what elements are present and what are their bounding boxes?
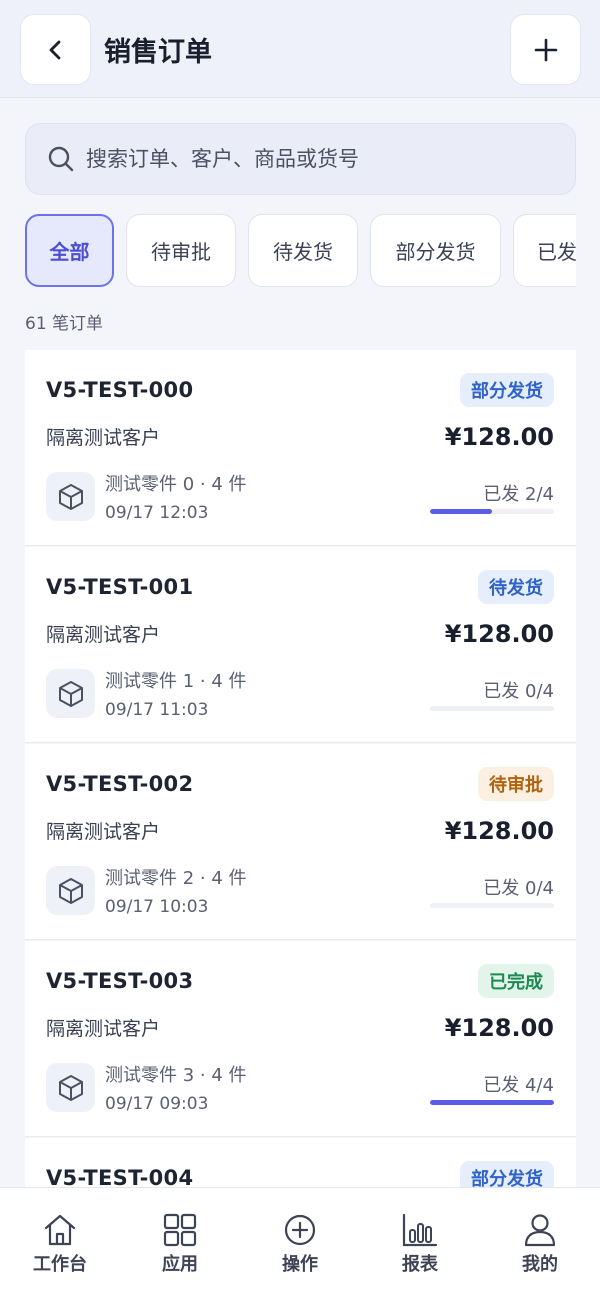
customer-name: 隔离测试客户 [46,624,161,646]
status-badge: 已完成 [478,964,554,998]
order-time: 09/17 12:03 [105,503,209,523]
order-amount: ¥128.00 [444,1014,554,1042]
order-card[interactable]: V5-TEST-004 部分发货 [25,1138,576,1188]
order-card[interactable]: V5-TEST-000 部分发货 隔离测试客户 ¥128.00 测试零件 0 ·… [25,350,576,546]
order-id: V5-TEST-004 [46,1166,194,1188]
back-button[interactable] [20,14,91,85]
customer-name: 隔离测试客户 [46,427,161,449]
tab-label: 操作 [282,1254,318,1275]
product-summary: 测试零件 2 · 4 件 [105,868,247,889]
package-icon [46,472,95,521]
bar-chart-icon [400,1210,440,1250]
product-summary: 测试零件 1 · 4 件 [105,671,247,692]
filter-chip-pending-approval[interactable]: 待审批 [126,214,236,287]
tab-reports[interactable]: 报表 [360,1188,480,1289]
tab-label: 工作台 [33,1254,87,1275]
product-summary: 测试零件 0 · 4 件 [105,474,247,495]
order-time: 09/17 11:03 [105,700,209,720]
shipped-count: 已发 2/4 [483,484,554,505]
order-card[interactable]: V5-TEST-003 已完成 隔离测试客户 ¥128.00 测试零件 3 · … [25,941,576,1137]
home-icon [40,1210,80,1250]
plus-circle-icon [280,1210,320,1250]
tab-me[interactable]: 我的 [480,1188,600,1289]
page-title: 销售订单 [104,37,212,68]
shipped-count: 已发 4/4 [483,1075,554,1096]
order-amount: ¥128.00 [444,423,554,451]
header: 销售订单 [0,0,600,98]
order-amount: ¥128.00 [444,620,554,648]
shipment-progress-bar [430,509,554,514]
order-id: V5-TEST-000 [46,378,194,402]
user-icon [520,1210,560,1250]
shipped-count: 已发 0/4 [483,681,554,702]
tab-actions[interactable]: 操作 [240,1188,360,1289]
status-badge: 待发货 [478,570,554,604]
package-icon [46,1063,95,1112]
shipment-progress-bar [430,1100,554,1105]
filter-chip-pending-shipment[interactable]: 待发货 [248,214,358,287]
customer-name: 隔离测试客户 [46,1018,161,1040]
status-badge: 部分发货 [460,373,554,407]
order-count: 61 笔订单 [25,314,104,334]
bottom-tab-bar: 工作台 应用 操作 报表 我的 [0,1187,600,1289]
order-list: V5-TEST-000 部分发货 隔离测试客户 ¥128.00 测试零件 0 ·… [25,350,576,1188]
tab-workbench[interactable]: 工作台 [0,1188,120,1289]
chevron-left-icon [49,40,60,59]
filter-chip-shipped[interactable]: 已发货 [513,214,576,287]
status-badge: 待审批 [478,767,554,801]
tab-label: 报表 [402,1254,438,1275]
filter-chip-all[interactable]: 全部 [25,214,114,287]
shipment-progress-fill [430,1100,554,1105]
plus-icon [534,38,557,61]
order-id: V5-TEST-001 [46,575,194,599]
status-badge: 部分发货 [460,1161,554,1188]
tab-label: 我的 [522,1254,558,1275]
search-bar[interactable] [25,123,576,195]
order-time: 09/17 10:03 [105,897,209,917]
product-summary: 测试零件 3 · 4 件 [105,1065,247,1086]
shipment-progress-fill [430,509,492,514]
order-time: 09/17 09:03 [105,1094,209,1114]
add-order-button[interactable] [510,14,581,85]
shipment-progress-bar [430,706,554,711]
tab-label: 应用 [162,1254,198,1275]
order-card[interactable]: V5-TEST-001 待发货 隔离测试客户 ¥128.00 测试零件 1 · … [25,547,576,743]
customer-name: 隔离测试客户 [46,821,161,843]
order-id: V5-TEST-002 [46,772,194,796]
search-icon [46,144,76,174]
order-card[interactable]: V5-TEST-002 待审批 隔离测试客户 ¥128.00 测试零件 2 · … [25,744,576,940]
apps-grid-icon [160,1210,200,1250]
shipped-count: 已发 0/4 [483,878,554,899]
order-id: V5-TEST-003 [46,969,194,993]
tab-apps[interactable]: 应用 [120,1188,240,1289]
package-icon [46,866,95,915]
search-input[interactable] [86,147,546,171]
order-amount: ¥128.00 [444,817,554,845]
shipment-progress-bar [430,903,554,908]
filter-chip-partial-shipment[interactable]: 部分发货 [370,214,501,287]
status-filter-tabs: 全部 待审批 待发货 部分发货 已发货 [25,214,576,288]
package-icon [46,669,95,718]
